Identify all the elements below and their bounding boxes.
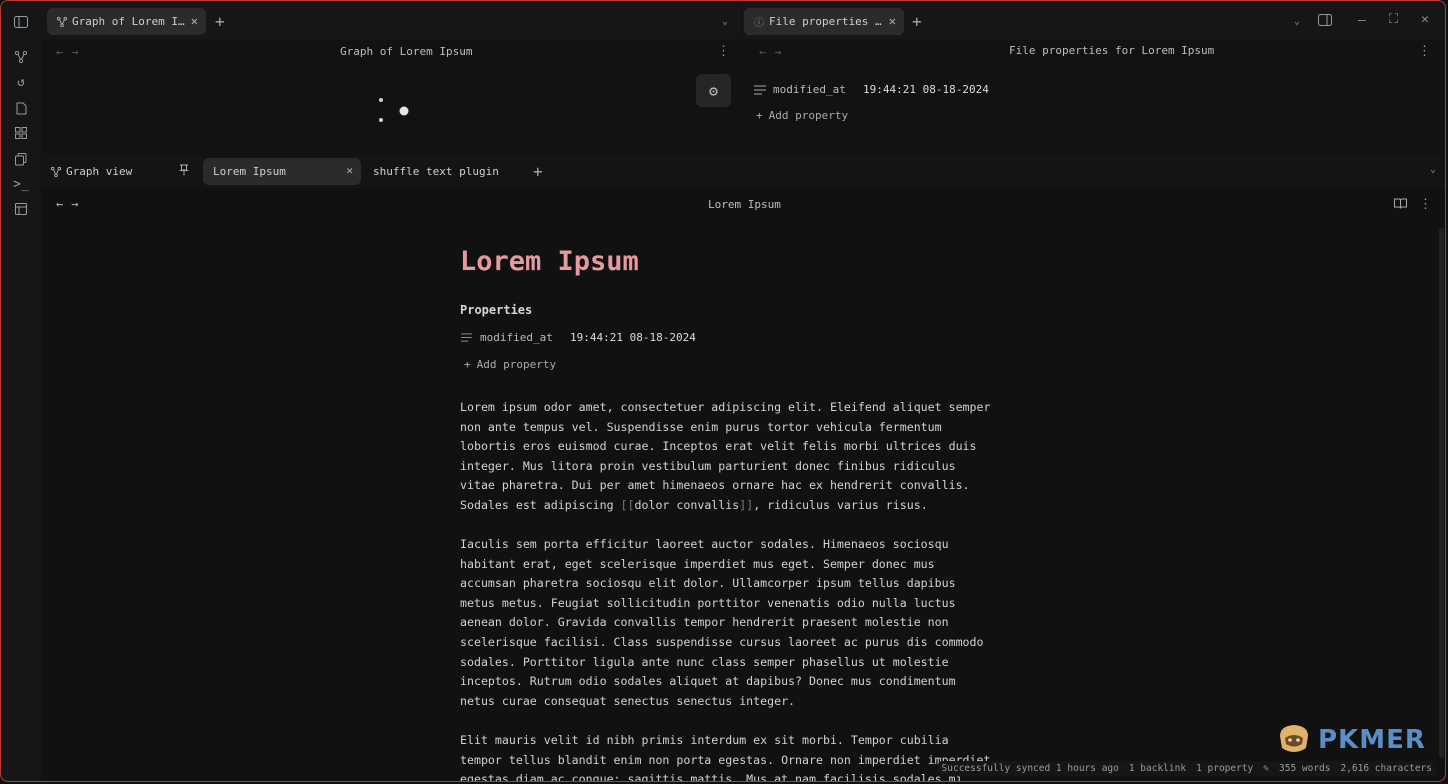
- watermark-text: PKMER: [1318, 725, 1426, 755]
- new-tab-plus-icon[interactable]: +: [533, 164, 543, 180]
- graph-node-current[interactable]: [399, 106, 409, 116]
- plus-icon: +: [464, 358, 471, 371]
- chevron-down-icon[interactable]: ⌄: [1430, 164, 1436, 175]
- property-key[interactable]: modified_at: [773, 83, 863, 96]
- property-value[interactable]: 19:44:21 08-18-2024: [863, 83, 989, 96]
- close-icon[interactable]: ✕: [889, 14, 896, 28]
- backlink-count[interactable]: 1 backlink: [1129, 763, 1186, 774]
- graph-pane: ←→ Graph of Lorem Ipsum ⋮: [41, 39, 741, 155]
- property-count[interactable]: 1 property: [1196, 763, 1253, 774]
- tab-file-properties[interactable]: ⓘ File properties … ✕: [744, 8, 904, 35]
- graph-node[interactable]: [379, 118, 383, 122]
- word-count: 355 words: [1279, 763, 1331, 774]
- paragraph-text: Lorem ipsum odor amet, consectetuer adip…: [460, 400, 991, 512]
- add-property-button[interactable]: + Add property: [464, 358, 556, 371]
- chevron-down-icon[interactable]: ⌄: [722, 16, 728, 27]
- reading-view-book-icon[interactable]: [1394, 198, 1407, 209]
- pkmer-logo-icon: [1280, 725, 1308, 752]
- info-circle-icon: ⓘ: [754, 18, 764, 29]
- tab-shuffle-text-plugin[interactable]: shuffle text plugin: [373, 158, 499, 185]
- tab-graph-view[interactable]: Graph view: [51, 158, 132, 185]
- property-row[interactable]: modified_at 19:44:21 08-18-2024: [754, 83, 989, 96]
- tab-graph-of-lorem-ipsum[interactable]: Graph of Lorem I… ✕: [47, 8, 206, 35]
- status-bar: Successfully synced 1 hours ago 1 backli…: [937, 761, 1436, 776]
- edit-pencil-icon[interactable]: ✎: [1263, 763, 1269, 774]
- tab-lorem-ipsum[interactable]: Lorem Ipsum ✕: [203, 158, 361, 185]
- new-tab-plus-icon[interactable]: +: [912, 14, 922, 30]
- more-options-icon[interactable]: ⋮: [717, 44, 730, 59]
- text-lines-icon: [754, 85, 766, 95]
- graph-pane-title: Graph of Lorem Ipsum: [340, 45, 473, 58]
- right-sidebar-toggle-icon[interactable]: [1318, 14, 1332, 26]
- editor-pane[interactable]: ←→ Lorem Ipsum ⋮ Lorem Ipsum Properties …: [41, 188, 1446, 781]
- add-property-label: Add property: [476, 358, 557, 371]
- pin-icon[interactable]: [179, 164, 189, 176]
- wikilink[interactable]: dolor convallis: [635, 498, 740, 512]
- document-title[interactable]: Lorem Ipsum: [460, 246, 639, 277]
- window-close-icon[interactable]: ✕: [1421, 12, 1429, 27]
- ribbon: ↺ >_: [1, 1, 41, 781]
- graph-canvas[interactable]: [371, 94, 411, 124]
- graph-icon: [51, 166, 61, 177]
- terminal-icon[interactable]: >_: [13, 176, 29, 192]
- nav-arrows-icon[interactable]: ←→: [56, 45, 86, 59]
- close-icon[interactable]: ✕: [191, 14, 198, 28]
- tab-label: Lorem Ipsum: [213, 165, 286, 178]
- file-icon[interactable]: [13, 100, 29, 116]
- left-tabbar: Graph of Lorem I… ✕ + ⌄: [41, 1, 741, 39]
- sidebar-toggle-icon[interactable]: [13, 14, 29, 30]
- nav-arrows-icon[interactable]: ←→: [56, 197, 86, 211]
- property-key[interactable]: modified_at: [480, 331, 570, 344]
- scrollbar[interactable]: [1439, 228, 1444, 758]
- property-value[interactable]: 19:44:21 08-18-2024: [570, 331, 696, 344]
- grid-icon[interactable]: [13, 125, 29, 141]
- graph-settings-gear-icon[interactable]: ⚙: [696, 74, 731, 107]
- properties-heading[interactable]: Properties: [460, 303, 532, 317]
- paragraph-3[interactable]: Elit mauris velit id nibh primis interdu…: [460, 731, 1020, 781]
- tab-label: File properties …: [769, 15, 882, 28]
- more-options-icon[interactable]: ⋮: [1418, 44, 1431, 59]
- graph-node[interactable]: [379, 98, 383, 102]
- copy-icon[interactable]: [13, 151, 29, 167]
- close-icon[interactable]: ✕: [346, 164, 353, 177]
- properties-pane-title: File properties for Lorem Ipsum: [1009, 44, 1215, 57]
- graph-icon[interactable]: [13, 49, 29, 65]
- tab-label: Graph view: [66, 165, 133, 178]
- paragraph-text: , ridiculus varius risus.: [753, 497, 928, 512]
- right-tabbar: ⓘ File properties … ✕ + ⌄ — ⛶ ✕: [742, 1, 1446, 39]
- wikilink-bracket: ]]: [739, 497, 754, 512]
- tab-label: Graph of Lorem I…: [72, 15, 185, 28]
- history-icon[interactable]: ↺: [13, 74, 29, 90]
- plus-icon: +: [756, 109, 763, 122]
- wikilink-bracket: [[: [620, 497, 635, 512]
- nav-arrows-icon[interactable]: ←→: [759, 45, 789, 59]
- paragraph-1[interactable]: Lorem ipsum odor amet, consectetuer adip…: [460, 398, 1020, 516]
- new-tab-plus-icon[interactable]: +: [215, 14, 225, 30]
- sync-status[interactable]: Successfully synced 1 hours ago: [942, 763, 1119, 774]
- chevron-down-icon[interactable]: ⌄: [1294, 16, 1300, 27]
- property-row[interactable]: modified_at 19:44:21 08-18-2024: [461, 331, 696, 344]
- add-property-button[interactable]: + Add property: [756, 109, 848, 122]
- more-options-icon[interactable]: ⋮: [1419, 197, 1432, 212]
- add-property-label: Add property: [768, 109, 849, 122]
- tab-label: shuffle text plugin: [373, 165, 499, 178]
- layout-icon[interactable]: [13, 201, 29, 217]
- editor-header-title: Lorem Ipsum: [708, 198, 781, 211]
- lower-tabbar: Graph view Lorem Ipsum ✕ shuffle text pl…: [41, 155, 1446, 188]
- pkmer-watermark: PKMER: [1276, 722, 1426, 758]
- graph-icon: [57, 16, 67, 27]
- paragraph-2[interactable]: Iaculis sem porta efficitur laoreet auct…: [460, 535, 1020, 711]
- file-properties-pane: ←→ File properties for Lorem Ipsum ⋮ mod…: [742, 39, 1446, 155]
- maximize-icon[interactable]: ⛶: [1389, 12, 1398, 27]
- character-count: 2,616 characters: [1340, 763, 1432, 774]
- text-lines-icon: [461, 333, 472, 342]
- minimize-icon[interactable]: —: [1358, 13, 1366, 28]
